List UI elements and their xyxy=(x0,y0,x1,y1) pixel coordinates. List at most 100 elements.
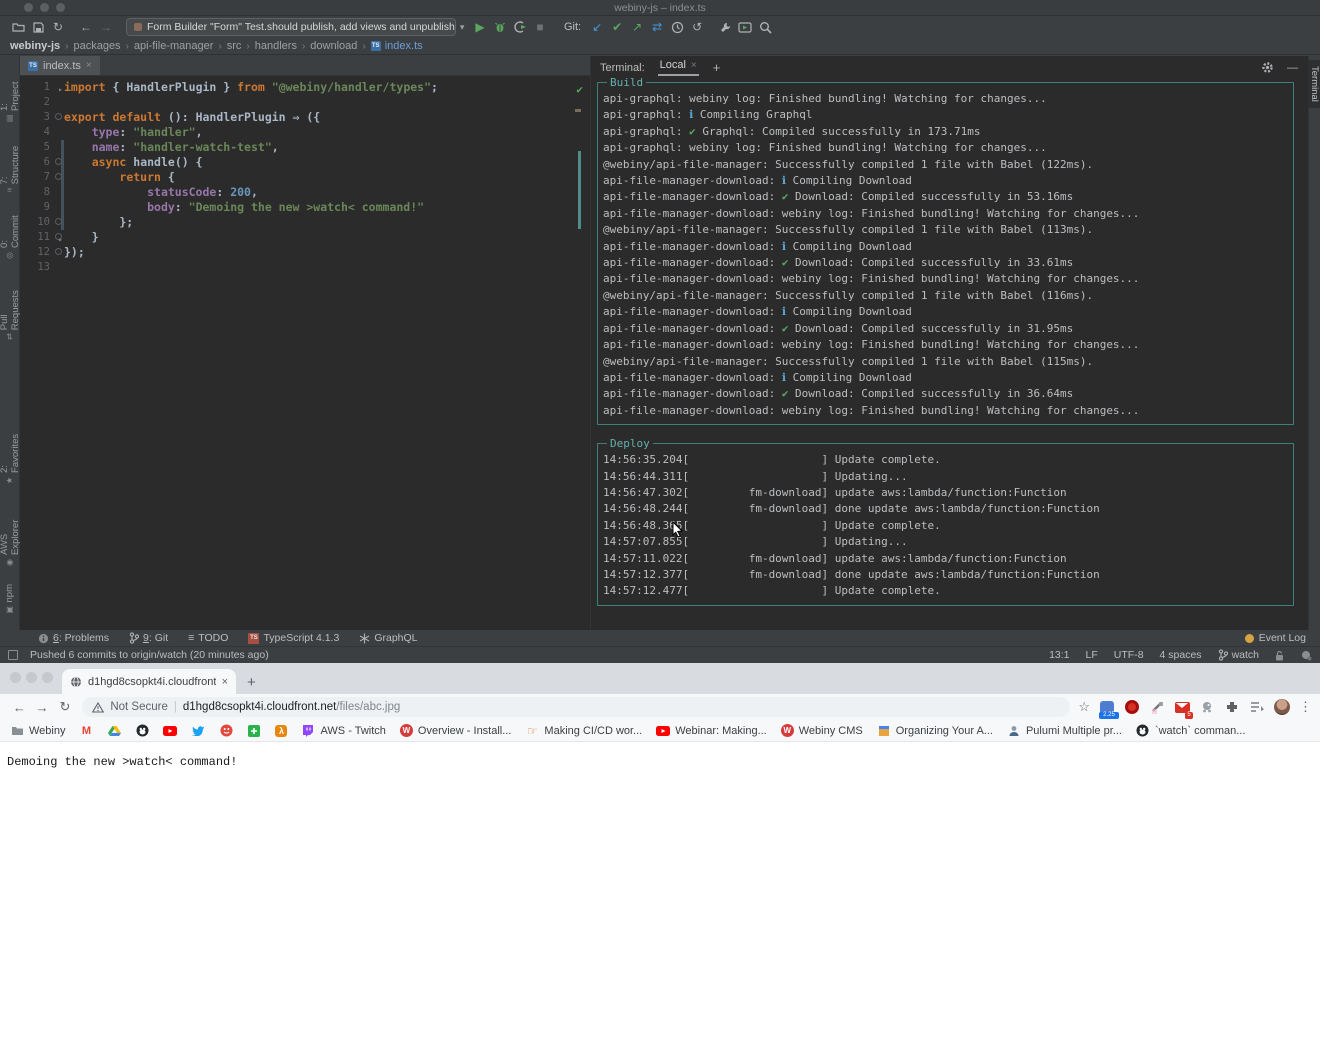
sidebar-stripe-0-commit[interactable]: ◎0: Commit xyxy=(0,208,21,260)
debug-bug-icon[interactable] xyxy=(490,19,510,35)
extensions-puzzle-icon[interactable] xyxy=(1224,699,1240,715)
wrench-settings-icon[interactable] xyxy=(715,19,735,35)
terminal-tab-local[interactable]: Local × xyxy=(658,59,699,76)
event-log-button[interactable]: Event Log xyxy=(1245,632,1306,644)
run-anything-icon[interactable] xyxy=(735,19,755,35)
price-badge-extension-icon[interactable]: 2.25 xyxy=(1099,699,1115,715)
bookmark-twitter[interactable] xyxy=(191,724,205,738)
code-line[interactable]: 11▸ } xyxy=(20,230,590,245)
bookmark-star-icon[interactable]: ☆ xyxy=(1078,699,1090,715)
save-icon[interactable] xyxy=(28,19,48,35)
bookmark-making-ci-cd-wor-[interactable]: ☞Making CI/CD wor... xyxy=(525,724,642,738)
sidebar-stripe-7-structure[interactable]: ≡7: Structure xyxy=(0,139,21,192)
toolbar-item--git[interactable]: 9: Git xyxy=(129,632,168,644)
security-label[interactable]: Not Secure xyxy=(110,701,168,713)
caret-position[interactable]: 13:1 xyxy=(1049,649,1069,661)
new-tab-button[interactable]: + xyxy=(247,674,256,691)
window-close-icon[interactable] xyxy=(10,672,21,683)
bookmark-webinar-making-[interactable]: Webinar: Making... xyxy=(656,724,767,738)
code-line[interactable]: 2 xyxy=(20,95,590,110)
breadcrumb-item[interactable]: webiny-js xyxy=(10,40,60,52)
toolwindow-toggle-icon[interactable] xyxy=(8,650,18,660)
sidebar-stripe-1-project[interactable]: ▤1: Project xyxy=(0,74,21,123)
code-line[interactable]: 9 body: "Demoing the new >watch< command… xyxy=(20,200,590,215)
run-with-coverage-icon[interactable] xyxy=(510,19,530,35)
close-icon[interactable]: × xyxy=(691,60,697,71)
editor-tab-index-ts[interactable]: TS index.ts × xyxy=(20,56,100,75)
code-line[interactable]: 7 return { xyxy=(20,170,590,185)
git-merge-icon[interactable]: ⇄ xyxy=(647,20,667,34)
sidebar-stripe-pull-requests[interactable]: ⇅Pull Requests xyxy=(0,276,21,340)
fold-icon[interactable] xyxy=(55,113,62,120)
stop-button[interactable]: ■ xyxy=(530,20,550,34)
code-line[interactable]: 12}); xyxy=(20,245,590,260)
toolbar-item--problems[interactable]: 6: Problems xyxy=(38,632,109,644)
browser-tab[interactable]: d1hgd8csopkt4i.cloudfront.ne × xyxy=(62,669,236,694)
bookmark-pulumi-multiple-pr-[interactable]: Pulumi Multiple pr... xyxy=(1007,724,1122,738)
window-minimize-icon[interactable] xyxy=(26,672,37,683)
back-icon[interactable]: ← xyxy=(8,700,31,715)
search-everywhere-icon[interactable] xyxy=(755,19,775,35)
code-line[interactable]: 5 name: "handler-watch-test", xyxy=(20,140,590,155)
window-zoom-icon[interactable] xyxy=(42,672,53,683)
code-line[interactable]: 6 async handle() { xyxy=(20,155,590,170)
terminal-output[interactable]: Build api-graphql: webiny log: Finished … xyxy=(591,79,1308,630)
toolbar-item-todo[interactable]: ≡TODO xyxy=(188,632,228,644)
new-terminal-icon[interactable]: + xyxy=(713,60,721,75)
git-branch-widget[interactable]: watch xyxy=(1218,649,1259,661)
bookmark-red-dot[interactable] xyxy=(219,724,233,738)
eyedropper-extension-icon[interactable] xyxy=(1149,699,1165,715)
bookmark-gmail[interactable]: M xyxy=(79,724,93,738)
readonly-lock-icon[interactable] xyxy=(1275,650,1284,661)
history-clock-icon[interactable] xyxy=(667,19,687,35)
code-line[interactable]: 4 type: "handler", xyxy=(20,125,590,140)
line-separator-indicator[interactable]: LF xyxy=(1086,649,1098,661)
bookmark-aws-twitch[interactable]: AWS - Twitch xyxy=(301,724,385,738)
code-line[interactable]: 8 statusCode: 200, xyxy=(20,185,590,200)
red-o-extension-icon[interactable] xyxy=(1124,699,1140,715)
bookmark--watch-comman-[interactable]: `watch` comman... xyxy=(1136,724,1245,738)
encoding-indicator[interactable]: UTF-8 xyxy=(1114,649,1144,661)
bookmark-drive[interactable] xyxy=(107,724,121,738)
back-icon[interactable]: ← xyxy=(76,20,96,34)
fold-icon[interactable] xyxy=(55,158,62,165)
terminal-stripe-button[interactable]: Terminal xyxy=(1307,60,1320,108)
inspection-ok-icon[interactable]: ✔ xyxy=(576,82,583,97)
bookmark-lambda[interactable]: λ xyxy=(275,725,287,737)
indent-indicator[interactable]: 4 spaces xyxy=(1160,649,1202,661)
bookmark-green-square[interactable] xyxy=(247,724,261,738)
code-line[interactable]: 10 }; xyxy=(20,215,590,230)
rollback-icon[interactable]: ↺ xyxy=(687,20,707,34)
fold-icon[interactable] xyxy=(55,248,62,255)
git-commit-icon[interactable]: ✔ xyxy=(607,20,627,34)
git-push-icon[interactable]: ↗ xyxy=(627,20,647,34)
bookmark-webiny[interactable]: Webiny xyxy=(10,724,65,738)
bookmark-webiny-cms[interactable]: WWebiny CMS xyxy=(781,724,863,737)
terminal-settings-gear-icon[interactable] xyxy=(1257,60,1277,76)
code-line[interactable]: 3export default (): HandlerPlugin ⇒ ({ xyxy=(20,110,590,125)
reload-icon[interactable]: ↻ xyxy=(54,699,77,715)
minimize-panel-icon[interactable]: — xyxy=(1287,62,1298,74)
menu-kebab-icon[interactable]: ⋮ xyxy=(1299,699,1312,715)
breadcrumb-item[interactable]: api-file-manager xyxy=(134,40,213,52)
mail-extension-icon[interactable]: 5 xyxy=(1174,699,1190,715)
forward-icon[interactable]: → xyxy=(96,20,116,34)
run-button[interactable]: ▶ xyxy=(470,20,490,34)
git-update-icon[interactable]: ↙ xyxy=(587,20,607,34)
breadcrumb-item[interactable]: handlers xyxy=(255,40,297,52)
address-bar[interactable]: Not Secure | d1hgd8csopkt4i.cloudfront.n… xyxy=(82,697,1070,717)
playlist-extension-icon[interactable] xyxy=(1249,699,1265,715)
code-line[interactable]: 13 xyxy=(20,260,590,275)
breadcrumb-item[interactable]: download xyxy=(310,40,357,52)
open-folder-icon[interactable] xyxy=(8,19,28,35)
bookmark-organizing-your-a-[interactable]: Organizing Your A... xyxy=(877,724,993,738)
breadcrumb-item[interactable]: src xyxy=(227,40,242,52)
sidebar-stripe-aws-explorer[interactable]: ◉AWS Explorer xyxy=(0,500,21,567)
profile-avatar[interactable] xyxy=(1274,699,1290,715)
toolbar-item-typescript-4-1-3[interactable]: TSTypeScript 4.1.3 xyxy=(248,632,339,644)
bookmark-youtube[interactable] xyxy=(163,724,177,738)
close-tab-icon[interactable]: × xyxy=(222,676,228,688)
gray-extension-icon[interactable] xyxy=(1199,699,1215,715)
highlighting-level-icon[interactable] xyxy=(1300,650,1312,661)
fold-icon[interactable] xyxy=(55,173,62,180)
